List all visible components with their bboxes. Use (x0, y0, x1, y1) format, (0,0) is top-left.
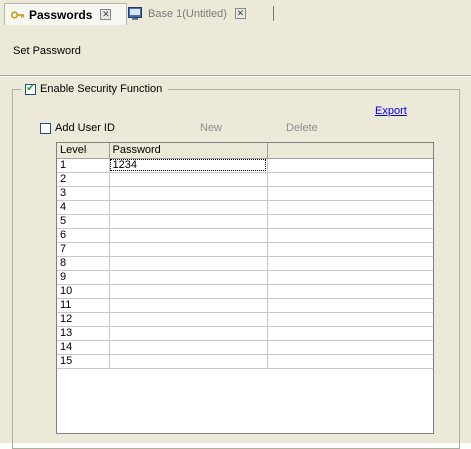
password-cell[interactable] (109, 214, 268, 229)
export-link[interactable]: Export (375, 105, 407, 117)
level-cell: 10 (57, 284, 110, 299)
table-row[interactable]: 8 (57, 256, 433, 271)
empty-cell (267, 242, 433, 257)
table-row[interactable]: 14 (57, 340, 433, 355)
level-cell: 4 (57, 200, 110, 215)
password-table: Level Password 1 1234 2 3 4 5 6 7 8 9 10 11 12 13 14 15 (57, 143, 433, 369)
empty-cell (267, 284, 433, 299)
level-cell: 2 (57, 172, 110, 187)
add-user-id-label: Add User ID (55, 122, 115, 134)
table-row[interactable]: 5 (57, 214, 433, 229)
empty-cell (267, 228, 433, 243)
password-cell[interactable] (109, 242, 268, 257)
enable-security-checkbox[interactable]: ✔ Enable Security Function (22, 81, 169, 97)
empty-cell (267, 214, 433, 229)
tab-base1[interactable]: Base 1(Untitled) ✕ (128, 3, 274, 24)
table-row[interactable]: 6 (57, 228, 433, 243)
table-row[interactable]: 13 (57, 326, 433, 341)
password-grid: Level Password 1 1234 2 3 4 5 6 7 8 9 10 11 12 13 14 15 (56, 142, 434, 434)
password-cell[interactable] (109, 200, 268, 215)
empty-cell (267, 158, 433, 173)
tab-passwords[interactable]: Passwords ✕ (4, 3, 127, 25)
column-header-empty (267, 143, 433, 159)
add-user-id-checkbox[interactable]: Add User ID (40, 122, 115, 134)
key-icon (10, 10, 25, 20)
table-row[interactable]: 9 (57, 270, 433, 285)
empty-cell (267, 270, 433, 285)
level-cell: 8 (57, 256, 110, 271)
level-cell: 13 (57, 326, 110, 341)
tab-strip: Passwords ✕ Base 1(Untitled) ✕ (0, 0, 471, 26)
password-cell[interactable]: 1234 (109, 158, 268, 173)
delete-button[interactable]: Delete (286, 122, 318, 134)
level-cell: 15 (57, 354, 110, 369)
table-row[interactable]: 1 1234 (57, 158, 433, 173)
level-cell: 12 (57, 312, 110, 327)
password-cell[interactable] (109, 284, 268, 299)
table-row[interactable]: 12 (57, 312, 433, 327)
password-cell[interactable] (109, 340, 268, 355)
password-cell[interactable] (109, 326, 268, 341)
table-row[interactable]: 3 (57, 186, 433, 201)
empty-cell (267, 172, 433, 187)
table-row[interactable]: 2 (57, 172, 433, 187)
level-cell: 11 (57, 298, 110, 313)
table-row[interactable]: 7 (57, 242, 433, 257)
new-button[interactable]: New (200, 122, 222, 134)
password-cell[interactable] (109, 172, 268, 187)
close-icon[interactable]: ✕ (234, 8, 246, 19)
level-cell: 7 (57, 242, 110, 257)
empty-cell (267, 298, 433, 313)
table-row[interactable]: 15 (57, 354, 433, 369)
level-cell: 6 (57, 228, 110, 243)
column-header-level[interactable]: Level (57, 143, 110, 159)
empty-cell (267, 186, 433, 201)
checkbox-unchecked-icon[interactable] (40, 122, 51, 134)
empty-cell (267, 326, 433, 341)
password-cell[interactable] (109, 298, 268, 313)
screen-icon (128, 7, 142, 20)
empty-cell (267, 354, 433, 369)
empty-cell (267, 312, 433, 327)
divider (0, 75, 471, 77)
password-cell[interactable] (109, 186, 268, 201)
password-cell[interactable] (109, 228, 268, 243)
section-title: Set Password (13, 45, 81, 57)
level-cell: 9 (57, 270, 110, 285)
table-header-row: Level Password (57, 143, 433, 159)
tab-label: Base 1(Untitled) (148, 7, 227, 20)
tab-label: Passwords (29, 7, 93, 22)
password-cell[interactable] (109, 312, 268, 327)
level-cell: 14 (57, 340, 110, 355)
table-row[interactable]: 11 (57, 298, 433, 313)
tab-separator (273, 6, 274, 21)
level-cell: 3 (57, 186, 110, 201)
checkbox-checked-icon[interactable]: ✔ (25, 83, 36, 95)
table-row[interactable]: 10 (57, 284, 433, 299)
password-cell[interactable] (109, 354, 268, 369)
empty-cell (267, 200, 433, 215)
level-cell: 5 (57, 214, 110, 229)
password-panel: Set Password ✔ Enable Security Function … (0, 25, 471, 449)
empty-cell (267, 340, 433, 355)
password-cell[interactable] (109, 256, 268, 271)
password-cell[interactable] (109, 270, 268, 285)
level-cell: 1 (57, 158, 110, 173)
empty-cell (267, 256, 433, 271)
enable-security-label: Enable Security Function (40, 83, 163, 95)
table-row[interactable]: 4 (57, 200, 433, 215)
column-header-password[interactable]: Password (109, 143, 268, 159)
close-icon[interactable]: ✕ (100, 9, 112, 20)
